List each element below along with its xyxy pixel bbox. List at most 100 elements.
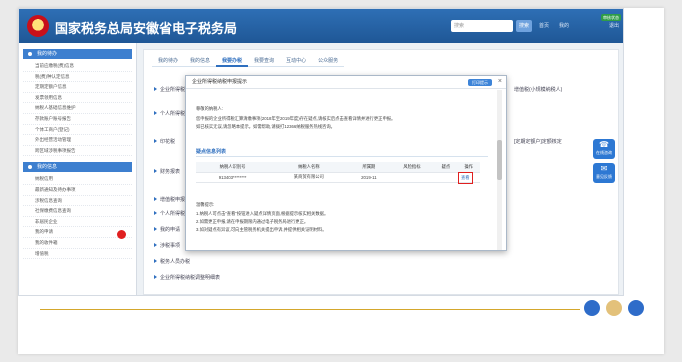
note-line: 3.如对疑点有异议,可向主管税务机关提出申诉,并提供相关证明材料。: [196, 227, 327, 232]
list-item[interactable]: 企业所得税纳税调整明细表: [154, 274, 220, 281]
chat-icon: ✉: [600, 164, 608, 173]
screenshot-frame: 国家税务总局安徽省电子税务局 搜索 搜索 首页 我的 退出 审核状态 我的待办 …: [18, 8, 624, 296]
tab-todo[interactable]: 我的待办: [152, 56, 185, 67]
caret-right-icon: [154, 275, 157, 279]
sidebar-item[interactable]: 我的收件箱: [23, 238, 132, 249]
sidebar-item[interactable]: 非居民企业: [23, 217, 132, 228]
caret-right-icon: [154, 197, 157, 201]
notification-dot-icon: [117, 230, 126, 239]
sidebar-item[interactable]: 纳税信用: [23, 174, 132, 185]
list-item-label: 税务人员办税: [160, 259, 191, 265]
tab-tax[interactable]: 我要办税: [216, 56, 249, 67]
tab-interact[interactable]: 互动中心: [280, 56, 313, 67]
decorative-line: [40, 309, 580, 310]
sidebar-item[interactable]: 我的申请: [23, 227, 132, 238]
column-header: 纳税人识别号: [196, 162, 270, 173]
dialog-body-line: 如已核实无误,请忽略本提示。如需帮助,请拨打12366纳税服务热线咨询。: [196, 124, 335, 129]
caret-right-icon: [154, 227, 157, 231]
list-item[interactable]: 涉税事项: [154, 242, 180, 249]
caret-right-icon: [154, 169, 157, 173]
column-header: 风险指标: [389, 162, 435, 173]
dialog-header: 企业所得税纳税申报提示 打印提示 ×: [186, 76, 506, 89]
list-item-label: 涉税事项: [160, 243, 181, 249]
note-line: 1.纳税人可点击“查看”按钮进入疑点详情页面,根据提示核实相关数据。: [196, 211, 329, 216]
table-cell: [389, 172, 435, 183]
sidebar-item[interactable]: 外出经营活动管理: [23, 135, 132, 146]
sidebar-section-todo[interactable]: 我的待办: [23, 49, 132, 59]
list-item[interactable]: 增值税申报: [154, 196, 185, 203]
sidebar-item[interactable]: 当前应缴税(费)信息: [23, 61, 132, 72]
sidebar-section-label: 我的待办: [37, 51, 58, 57]
right-note[interactable]: [定期定额户]定额核定: [514, 138, 562, 145]
list-item-label: 个人所得税: [160, 111, 186, 117]
notice-dialog: 企业所得税纳税申报提示 打印提示 × 尊敬的纳税人: 您申报的企业所得税汇算清缴…: [185, 75, 507, 251]
sidebar-item[interactable]: 最新通知及待办事项: [23, 185, 132, 196]
headset-icon: ☎: [599, 140, 609, 149]
note-line: 2.如需更正申报,请在申报期限内通过电子税务局进行更正。: [196, 219, 309, 224]
list-item-label: 财务报表: [160, 169, 181, 175]
column-header: 操作: [457, 162, 480, 173]
section-title: 疑点信息列表: [196, 149, 227, 155]
column-header: 疑点: [434, 162, 458, 173]
header-link-home[interactable]: 首页: [539, 22, 549, 29]
scrollbar-thumb[interactable]: [497, 140, 502, 180]
search-button[interactable]: 搜索: [516, 20, 532, 32]
table-header-row: 纳税人识别号 纳税人名称 所属期 风险指标 疑点 操作: [196, 162, 480, 173]
sidebar-item[interactable]: 跨区域涉税事项报告: [23, 146, 132, 157]
caret-right-icon: [154, 87, 157, 91]
tab-public[interactable]: 公众服务: [312, 56, 345, 67]
sidebar-item[interactable]: 个体工商户(登记): [23, 125, 132, 136]
tab-bar: 我的待办 我的信息 我要办税 我要查询 互动中心 公众服务: [152, 56, 345, 67]
list-item-label: 企业所得税纳税调整明细表: [160, 275, 221, 281]
list-item[interactable]: 印花税: [154, 138, 175, 145]
caret-right-icon: [154, 211, 157, 215]
online-consult-button[interactable]: ☎ 在线咨询: [593, 139, 615, 159]
list-item[interactable]: 我的申请: [154, 226, 180, 233]
list-item-label: 增值税申报: [160, 197, 186, 203]
caret-right-icon: [154, 139, 157, 143]
list-item[interactable]: 个人所得税: [154, 110, 185, 117]
site-title: 国家税务总局安徽省电子税务局: [55, 21, 238, 36]
sidebar-item[interactable]: 税(费)种认定信息: [23, 72, 132, 83]
header-link-logout[interactable]: 退出: [609, 22, 619, 29]
dialog-body-line: 您申报的企业所得税汇算清缴事项(2018年至2019年度)存在疑点,请核实后点击…: [196, 116, 396, 121]
sidebar-item[interactable]: 存款账户账号报告: [23, 114, 132, 125]
list-item-label: 印花税: [160, 139, 176, 145]
float-button-label: 意见反馈: [596, 174, 612, 179]
divider: [196, 156, 488, 157]
close-icon[interactable]: ×: [498, 76, 502, 88]
view-link[interactable]: 查看: [461, 175, 470, 181]
dialog-title: 企业所得税纳税申报提示: [192, 79, 248, 85]
national-emblem-icon: [27, 15, 49, 37]
bullet-icon: [28, 165, 32, 170]
status-badge: 审核状态: [601, 14, 621, 21]
table-row: 913403******** 某商贸有限公司 2019-11: [196, 172, 480, 183]
table-cell: 2019-11: [348, 172, 390, 183]
decorative-dot-blue: [584, 300, 600, 316]
tab-query[interactable]: 我要查询: [248, 56, 281, 67]
search-input[interactable]: 搜索: [451, 20, 513, 32]
right-note[interactable]: 增值税(小规模纳税人): [514, 86, 562, 93]
bullet-icon: [28, 52, 32, 56]
dialog-scrollbar[interactable]: [497, 90, 502, 250]
print-button[interactable]: 打印提示: [468, 79, 492, 86]
sidebar-item[interactable]: 社保缴费信息查询: [23, 206, 132, 217]
list-item[interactable]: 税务人员办税: [154, 258, 190, 265]
doubt-table: 纳税人识别号 纳税人名称 所属期 风险指标 疑点 操作 913403******…: [196, 162, 480, 183]
table-cell: 某商贸有限公司: [269, 172, 349, 183]
list-item[interactable]: 财务报表: [154, 168, 180, 175]
feedback-button[interactable]: ✉ 意见反馈: [593, 163, 615, 183]
tab-info[interactable]: 我的信息: [184, 56, 217, 67]
sidebar-item[interactable]: 涉税信息查询: [23, 196, 132, 207]
header-link-mine[interactable]: 我的: [559, 22, 569, 29]
sidebar-item[interactable]: 发票领用信息: [23, 93, 132, 104]
sidebar-item[interactable]: 增值税: [23, 249, 132, 260]
table-cell: 913403********: [196, 172, 270, 183]
sidebar-item[interactable]: 纳税人基础信息维护: [23, 103, 132, 114]
sidebar-section-info[interactable]: 我的信息: [23, 162, 132, 173]
column-header: 所属期: [348, 162, 390, 173]
dialog-greeting: 尊敬的纳税人:: [196, 106, 223, 111]
decorative-dot-gold: [606, 300, 622, 316]
column-header: 纳税人名称: [269, 162, 349, 173]
sidebar-item[interactable]: 定期定额户信息: [23, 82, 132, 93]
